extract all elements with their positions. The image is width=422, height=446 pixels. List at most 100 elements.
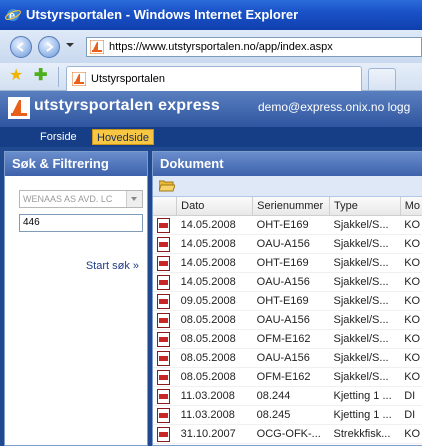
cell-model: KO xyxy=(400,367,422,387)
app-name: utstyrsportalen express xyxy=(34,97,221,114)
back-button[interactable] xyxy=(10,36,32,58)
cell-type: Strekkfisk... xyxy=(329,424,401,444)
cell-serienummer: OAU-A156 xyxy=(252,310,330,330)
cell-type: Kjetting 1 ... xyxy=(329,405,401,425)
table-row[interactable]: 08.05.2008 OAU-A156 Sjakkel/S... KO xyxy=(153,310,422,330)
main-content: Søk & Filtrering WENAAS AS AVD. LC Start… xyxy=(0,147,422,446)
table-row[interactable]: 09.05.2008 OHT-E169 Sjakkel/S... KO xyxy=(153,291,422,311)
cell-dato: 14.05.2008 xyxy=(176,234,253,254)
pdf-icon[interactable] xyxy=(157,426,170,442)
cell-serienummer: OHT-E169 xyxy=(252,291,330,311)
cell-type: Kjetting 1 ... xyxy=(329,386,401,406)
cell-serienummer: OHT-E169 xyxy=(252,215,330,235)
cell-dato: 14.05.2008 xyxy=(176,253,253,273)
cell-serienummer: OHT-E169 xyxy=(252,253,330,273)
cell-serienummer: OAU-A156 xyxy=(252,272,330,292)
cell-dato: 14.05.2008 xyxy=(176,215,253,235)
table-row[interactable]: 14.05.2008 OAU-A156 Sjakkel/S... KO xyxy=(153,272,422,292)
pdf-icon[interactable] xyxy=(157,255,170,271)
recent-pages-dropdown[interactable] xyxy=(66,43,74,47)
table-row[interactable]: 08.05.2008 OFM-E162 Sjakkel/S... KO xyxy=(153,329,422,349)
url-text: https://www.utstyrsportalen.no/app/index… xyxy=(109,41,333,53)
pdf-icon-cell xyxy=(153,386,177,406)
header-icon-column xyxy=(153,197,178,216)
new-tab-button[interactable] xyxy=(368,68,396,90)
table-row[interactable]: 14.05.2008 OHT-E169 Sjakkel/S... KO xyxy=(153,253,422,273)
search-field-wrapper xyxy=(19,214,144,232)
pdf-icon-cell xyxy=(153,348,177,368)
favorites-star-icon[interactable]: ★ xyxy=(9,68,23,84)
nav-forside[interactable]: Forside xyxy=(36,129,81,145)
toolbar-separator xyxy=(58,67,59,87)
table-row[interactable]: 08.05.2008 OAU-A156 Sjakkel/S... KO xyxy=(153,348,422,368)
pdf-icon-cell xyxy=(153,215,177,235)
cell-model: KO xyxy=(400,234,422,254)
ie-logo-icon: e xyxy=(5,9,21,22)
forward-arrow-icon xyxy=(46,42,54,52)
search-panel-title: Søk & Filtrering xyxy=(5,152,147,176)
table-row[interactable]: 31.10.2007 OCG-OFK-... Strekkfisk... KO xyxy=(153,424,422,444)
document-rows: 14.05.2008 OHT-E169 Sjakkel/S... KO 14.05.20… xyxy=(153,215,422,444)
cell-model: KO xyxy=(400,253,422,273)
pdf-icon-cell xyxy=(153,405,177,425)
tab-label: Utstyrsportalen xyxy=(91,73,165,85)
tab-utstyrsportalen[interactable]: Utstyrsportalen xyxy=(66,66,362,91)
tab-favicon-icon xyxy=(72,72,86,86)
table-row[interactable]: 11.03.2008 08.244 Kjetting 1 ... DI xyxy=(153,386,422,406)
add-favorite-icon[interactable]: ✚ xyxy=(34,68,47,84)
pdf-icon[interactable] xyxy=(157,217,170,233)
cell-dato: 31.10.2007 xyxy=(176,424,253,444)
app-header: utstyrsportalen express demo@express.oni… xyxy=(0,91,422,127)
cell-serienummer: OAU-A156 xyxy=(252,234,330,254)
nav-hovedside[interactable]: Hovedside xyxy=(92,129,154,145)
cell-dato: 09.05.2008 xyxy=(176,291,253,311)
pdf-icon[interactable] xyxy=(157,236,170,252)
cell-model: DI xyxy=(400,405,422,425)
pdf-icon[interactable] xyxy=(157,369,170,385)
pdf-icon[interactable] xyxy=(157,407,170,423)
cell-model: KO xyxy=(400,310,422,330)
header-dato[interactable]: Dato xyxy=(176,197,254,216)
table-row[interactable]: 14.05.2008 OAU-A156 Sjakkel/S... KO xyxy=(153,234,422,254)
search-input[interactable] xyxy=(20,215,144,230)
pdf-icon-cell xyxy=(153,424,177,444)
cell-dato: 08.05.2008 xyxy=(176,310,253,330)
app-nav: Forside Hovedside xyxy=(0,127,422,147)
cell-model: KO xyxy=(400,329,422,349)
pdf-icon-cell xyxy=(153,291,177,311)
pdf-icon[interactable] xyxy=(157,331,170,347)
header-type[interactable]: Type xyxy=(329,197,401,216)
department-select-value: WENAAS AS AVD. LC xyxy=(23,194,113,204)
cell-model: KO xyxy=(400,348,422,368)
table-row[interactable]: 14.05.2008 OHT-E169 Sjakkel/S... KO xyxy=(153,215,422,235)
forward-button[interactable] xyxy=(38,36,60,58)
url-field[interactable]: https://www.utstyrsportalen.no/app/index… xyxy=(86,37,422,57)
pdf-icon[interactable] xyxy=(157,350,170,366)
start-search-link[interactable]: Start søk » xyxy=(86,260,139,272)
table-row[interactable]: 11.03.2008 08.245 Kjetting 1 ... DI xyxy=(153,405,422,425)
cell-type: Sjakkel/S... xyxy=(329,253,401,273)
select-arrow-icon[interactable] xyxy=(126,191,142,207)
search-panel: Søk & Filtrering WENAAS AS AVD. LC Start… xyxy=(4,151,148,446)
cell-model: KO xyxy=(400,424,422,444)
pdf-icon-cell xyxy=(153,329,177,349)
back-arrow-icon xyxy=(16,42,24,52)
cell-dato: 08.05.2008 xyxy=(176,348,253,368)
cell-type: Sjakkel/S... xyxy=(329,329,401,349)
open-folder-icon[interactable] xyxy=(159,179,175,192)
pdf-icon[interactable] xyxy=(157,312,170,328)
table-row[interactable]: 08.05.2008 OFM-E162 Sjakkel/S... KO xyxy=(153,367,422,387)
document-panel: Dokument Dato Serienummer Type Mo 14.05.… xyxy=(152,151,422,446)
pdf-icon[interactable] xyxy=(157,388,170,404)
window-title: Utstyrsportalen - Windows Internet Explo… xyxy=(26,7,299,22)
pdf-icon[interactable] xyxy=(157,293,170,309)
header-model[interactable]: Mo xyxy=(400,197,422,216)
header-serienummer[interactable]: Serienummer xyxy=(252,197,331,216)
department-select[interactable]: WENAAS AS AVD. LC xyxy=(19,190,143,208)
address-bar: https://www.utstyrsportalen.no/app/index… xyxy=(0,30,422,63)
cell-type: Sjakkel/S... xyxy=(329,291,401,311)
cell-dato: 11.03.2008 xyxy=(176,386,253,406)
cell-type: Sjakkel/S... xyxy=(329,310,401,330)
user-login[interactable]: demo@express.onix.no logg xyxy=(258,100,410,114)
pdf-icon[interactable] xyxy=(157,274,170,290)
